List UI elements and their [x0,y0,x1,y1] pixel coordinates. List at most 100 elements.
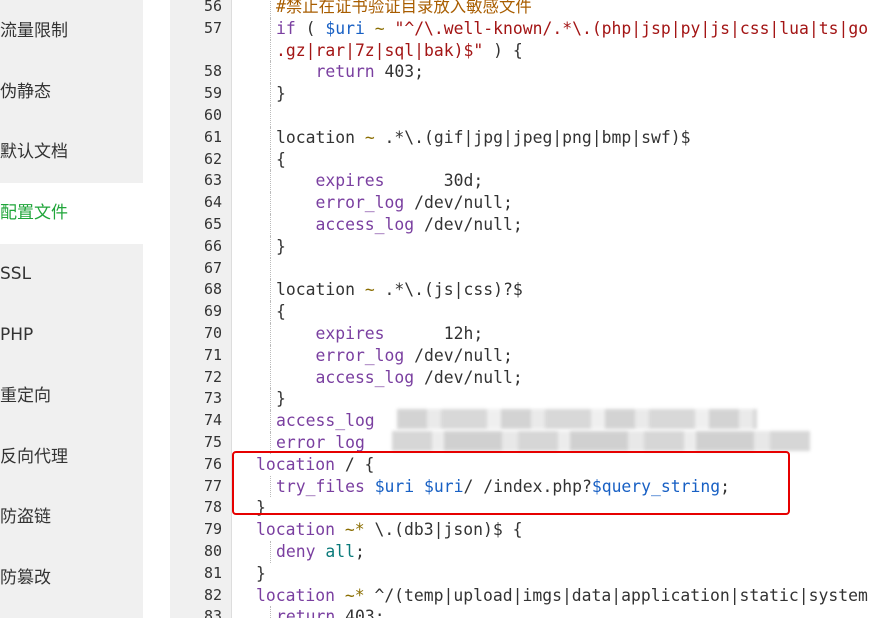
code-line: 66} [170,235,885,258]
line-number: 74 [203,411,222,430]
code-token: #禁止在证书验证目录放入敏感文件 [276,0,532,16]
code-token: } [276,236,286,256]
indent-guide [270,235,271,258]
code-line: 62 { [170,148,885,171]
code-text: } [276,388,286,410]
line-number: 76 [203,454,222,473]
code-token: ~* [344,520,365,540]
sidebar-item-9[interactable]: 防篡改 [0,548,143,609]
code-token: .*\.(gif|jpg|jpeg|png|bmp|swf)$ [374,127,691,147]
code-line: 60 [170,105,885,127]
line-number: 56 [203,0,222,15]
code-line: 83 return 403; [170,606,885,618]
code-text: access_log /dev/null; [276,367,523,389]
line-number: 64 [203,193,222,212]
code-token: } [276,389,286,409]
indent-guide [270,541,271,563]
code-token: location [276,127,365,147]
code-token: \.(db3|json)$ { [364,520,523,540]
indent-guide [270,0,271,18]
line-number: 62 [203,149,222,168]
code-line: 69 { [170,301,885,323]
code-token: /dev/null; [414,367,523,387]
code-text: error_log /dev/null; [276,345,513,367]
code-token: } [276,84,286,104]
config-file-editor[interactable]: 56 #禁止在证书验证目录放入敏感文件 57 if ( $uri ~ "^/\.wel… [170,0,885,618]
code-text: return 403; [276,61,424,83]
code-text: return 403; [276,606,385,618]
line-number: 58 [203,62,222,81]
indent-guide [270,344,271,367]
line-number: 69 [203,302,222,321]
code-token: error_log [276,345,405,365]
code-token: 403; [374,62,425,82]
settings-sidebar: 流量限制 伪静态 默认文档 配置文件 SSL PHP 重定向 反向代理 防盗链 防篡改 [0,0,143,618]
indent-guide [270,126,271,149]
indent-guide [270,606,271,618]
code-line: 72 access_log /dev/null; [170,366,885,389]
code-token: { [276,302,286,322]
code-token: ~ [364,127,375,147]
code-line: 73} [170,388,885,411]
sidebar-item-1[interactable]: 伪静态 [0,62,143,123]
indent-guide [270,192,271,214]
code-text: #禁止在证书验证目录放入敏感文件 [276,0,532,18]
code-text: location ~ .*\.(gif|jpg|jpeg|png|bmp|swf… [276,127,690,149]
code-line: 64 error_log /dev/null; [170,192,885,214]
line-number: 80 [203,542,222,560]
sidebar-item-0[interactable]: 流量限制 [0,1,143,62]
sidebar-item-7[interactable]: 反向代理 [0,427,143,488]
code-token: 30d; [384,171,484,191]
indent-guide [270,366,271,389]
redacted-access-log-path [397,409,757,429]
code-text: { [276,149,286,171]
code-token: location [276,280,365,300]
code-text: { [276,301,286,323]
code-text: error_log /dev/null; [276,192,512,214]
code-token: "^/\.well-known/.*\.(php|jsp|py|js|css|l… [394,18,869,38]
indent-guide [270,279,271,302]
line-number: 83 [203,607,222,618]
line-number: 68 [203,280,222,299]
code-text: access_log [276,410,375,432]
line-number: 77 [203,476,222,495]
sidebar-item-6[interactable]: 重定向 [0,366,143,427]
code-token: ( [295,18,326,38]
sidebar-item-8[interactable]: 防盗链 [0,487,143,548]
line-number: 57 [203,18,222,37]
indent-guide [270,105,271,127]
indent-guide [270,17,271,40]
indent-guide [270,83,271,105]
line-number: 59 [203,84,222,103]
indent-guide [270,410,271,432]
code-token: return [276,607,336,618]
code-line: 59} [170,83,885,105]
line-number: 70 [203,324,222,342]
sidebar-item-3[interactable]: 配置文件 [0,183,143,244]
code-text: if ( $uri ~ "^/\.well-known/.*\.(php|jsp… [276,18,868,40]
code-token: error_log [276,433,365,452]
sidebar-item-2[interactable]: 默认文档 [0,122,143,183]
code-token: .*\.(js|css)?$ [374,280,523,300]
code-line: .gz|rar|7z|sql|bak)$" ) { [170,39,885,62]
code-token: access_log [276,215,415,234]
code-line: 81} [170,563,885,585]
code-line: 61 location ~ .*\.(gif|jpg|jpeg|png|bmp|s… [170,126,885,149]
code-text: expires 30d; [276,170,483,192]
sidebar-item-5[interactable]: PHP [0,305,143,366]
code-line: 79 location ~* \.(db3|json)$ { [170,519,885,541]
code-token: location [256,520,335,540]
code-token: if [276,18,296,38]
code-line: 56 #禁止在证书验证目录放入敏感文件 [170,0,885,18]
line-number: 66 [203,236,222,255]
code-line: 82 location ~* ^/(temp|upload|imgs|data|a… [170,585,885,607]
code-text: location ~* \.(db3|json)$ { [256,519,522,541]
code-token: /dev/null; [404,345,513,365]
indent-guide [270,257,271,280]
code-line: 80 deny all; [170,541,885,563]
code-text: location ~* ^/(temp|upload|imgs|data|app… [256,585,868,607]
sidebar-item-4[interactable]: SSL [0,244,143,305]
line-number: 78 [203,498,222,517]
